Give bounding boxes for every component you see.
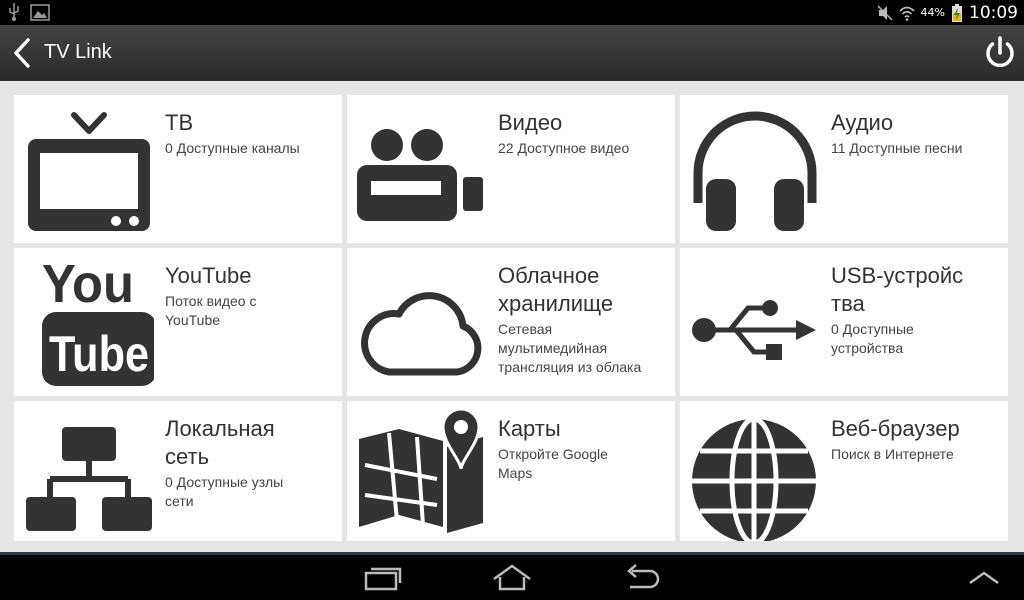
- network-icon: [26, 427, 152, 531]
- tile-subtitle: 0 Доступные каналы: [165, 140, 300, 156]
- tile-subtitle: Откройте Google Maps: [498, 446, 608, 481]
- tile-title: Веб-браузер: [831, 416, 960, 441]
- tile-audio[interactable]: Аудио 11 Доступные песни: [680, 95, 1008, 243]
- action-bar: TV Link: [0, 25, 1024, 81]
- tile-local-network[interactable]: Локальная сеть 0 Доступные узлы сети: [14, 401, 342, 541]
- tile-subtitle: 11 Доступные песни: [831, 140, 963, 156]
- map-icon: [359, 409, 483, 533]
- menu-up-icon[interactable]: [962, 561, 1006, 593]
- tile-subtitle: 0 Доступные устройства: [831, 321, 914, 356]
- tile-cloud-storage[interactable]: Облачное хранилище Сетевая мультимедийна…: [347, 248, 675, 396]
- tile-subtitle: 0 Доступные узлы сети: [165, 474, 284, 509]
- youtube-icon: You Tube: [42, 256, 154, 386]
- battery-icon: [952, 3, 962, 22]
- tile-title: Аудио: [831, 110, 894, 135]
- tile-title: Облачное хранилище: [498, 263, 614, 316]
- tile-title: YouTube: [165, 263, 252, 288]
- tile-subtitle: Поток видео с YouTube: [165, 293, 257, 328]
- tile-grid: ТВ 0 Доступные каналы Видео 22 Доступное…: [0, 81, 1024, 552]
- tile-title: ТВ: [165, 110, 194, 135]
- usb-icon: [692, 300, 816, 360]
- video-camera-icon: [357, 129, 483, 221]
- back-chevron-icon[interactable]: [8, 35, 38, 71]
- youtube-logo-you: You: [42, 256, 134, 314]
- tile-subtitle: Поиск в Интернете: [831, 446, 954, 462]
- wifi-icon: [898, 6, 915, 21]
- home-icon[interactable]: [490, 561, 534, 593]
- tile-subtitle: 22 Доступное видео: [498, 140, 630, 156]
- tile-youtube[interactable]: You Tube YouTube Поток видео с YouTube: [14, 248, 342, 396]
- image-icon: [30, 3, 50, 21]
- tile-maps[interactable]: Карты Откройте Google Maps: [347, 401, 675, 541]
- tile-web-browser[interactable]: Веб-браузер Поиск в Интернете: [680, 401, 1008, 541]
- app-title: TV Link: [44, 41, 112, 63]
- tile-usb-devices[interactable]: USB-устройства 0 Доступные устройства: [680, 248, 1008, 396]
- tile-subtitle: Сетевая мультимедийная трансляция из обл…: [498, 321, 642, 375]
- tile-title: Видео: [498, 110, 563, 135]
- recent-apps-icon[interactable]: [362, 561, 406, 593]
- clock: 10:09: [969, 2, 1018, 23]
- navigation-bar: [0, 555, 1024, 600]
- back-icon[interactable]: [620, 561, 664, 593]
- mute-icon: [877, 4, 893, 21]
- tile-title: USB-устройства: [831, 263, 964, 316]
- tile-title: Карты: [498, 416, 561, 441]
- globe-icon: [692, 416, 816, 541]
- cloud-icon: [361, 292, 482, 376]
- status-bar: 44% 10:09: [0, 0, 1024, 25]
- youtube-logo-tube: Tube: [49, 326, 149, 382]
- headphones-icon: [693, 111, 817, 231]
- power-icon[interactable]: [982, 35, 1018, 71]
- tile-title: Локальная сеть: [165, 416, 275, 469]
- tv-icon: [28, 112, 150, 231]
- tile-tv[interactable]: ТВ 0 Доступные каналы: [14, 95, 342, 243]
- tile-video[interactable]: Видео 22 Доступное видео: [347, 95, 675, 243]
- usb-icon: [9, 3, 19, 21]
- battery-percent: 44%: [920, 6, 945, 19]
